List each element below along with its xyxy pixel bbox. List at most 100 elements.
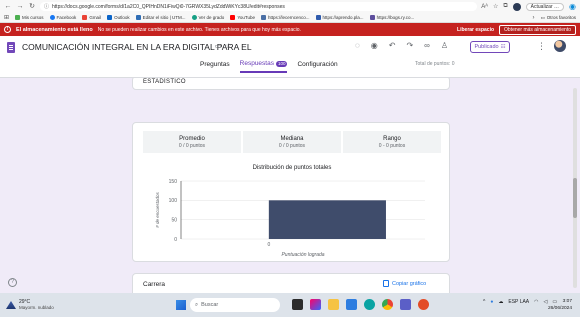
total-points: Total de puntos: 0 [415, 61, 455, 67]
teams-icon[interactable] [400, 299, 411, 310]
bookmark-item[interactable]: https://aprendo.pla... [315, 15, 364, 20]
copy-chart-button[interactable]: Copiar gráfico [383, 280, 426, 287]
edge-icon[interactable]: ◉ [569, 2, 576, 11]
summary-label: ESTADÍSTICO [143, 79, 186, 85]
add-collaborator-icon[interactable]: ♙ [441, 41, 448, 50]
bookmark-item[interactable]: Facebook [49, 15, 76, 20]
bookmark-item[interactable]: Outlook [107, 15, 130, 20]
people-icon: ☷ [500, 44, 506, 50]
palette-icon[interactable]: ◌ [355, 41, 360, 50]
chevron-right-icon[interactable]: › [532, 15, 534, 21]
avatar[interactable] [554, 40, 566, 52]
url-text: https://docs.google.com/forms/d/1a2C0_QP… [52, 3, 285, 10]
wifi-icon[interactable]: ◠ [534, 299, 538, 305]
cloud-icon[interactable]: ☁ [498, 299, 503, 305]
undo-icon[interactable]: ↶ [389, 41, 396, 50]
help-icon[interactable]: ? [8, 278, 17, 287]
warning-icon: ! [4, 26, 11, 33]
banner-message: No se pueden realizar cambios en este ar… [97, 26, 301, 33]
bookmark-item[interactable]: Gmail [82, 15, 101, 20]
bookmark-icon [15, 15, 21, 20]
star-icon[interactable]: ☆ [226, 42, 232, 50]
form-tabs: Preguntas Respuestas 100 Configuración [200, 60, 338, 73]
carrera-card: Carrera Copiar gráfico [132, 273, 450, 293]
stat-value: 0 - 0 puntos [378, 142, 406, 149]
search-icon: ⌕ [195, 301, 199, 308]
taskbar-search[interactable]: ⌕ Buscar [190, 298, 280, 312]
scroll-thumb[interactable] [573, 178, 577, 218]
published-button[interactable]: Publicado ☷ [470, 41, 510, 53]
copilot-icon[interactable] [310, 299, 321, 310]
apps-icon[interactable]: ⊞ [4, 14, 9, 21]
tab-questions[interactable]: Preguntas [200, 61, 230, 72]
stat-range: Rango 0 - 0 puntos [343, 131, 441, 153]
collections-icon[interactable]: ⧉ [503, 3, 507, 10]
bookmark-item[interactable]: https://bogs.ry.co... [369, 15, 414, 20]
edge-icon[interactable] [364, 299, 375, 310]
chart-title: Distribución de puntos totales [252, 165, 332, 171]
bookmark-item[interactable]: Mis cursos [15, 15, 44, 20]
date: 26/06/2024 [548, 306, 573, 311]
forward-icon[interactable]: → [16, 2, 24, 11]
stat-average: Promedio 0 / 0 puntos [143, 131, 241, 153]
address-bar[interactable]: ⓘ https://docs.google.com/forms/d/1a2C0_… [40, 2, 478, 11]
system-tray: ^ ● ☁ ESP LAA ◠ ◁ ▭ [483, 299, 557, 305]
stat-value: 0 / 0 puntos [178, 142, 206, 149]
get-more-storage-button[interactable]: Obtener más almacenamiento [499, 24, 576, 35]
stat-median: Mediana 0 / 0 puntos [243, 131, 341, 153]
weather-description: Mayorm. nublado [19, 305, 54, 310]
language-indicator[interactable]: ESP LAA [508, 299, 529, 305]
app-icon[interactable] [418, 299, 429, 310]
scrollbar[interactable] [573, 88, 577, 288]
stats-row: Promedio 0 / 0 puntos Mediana 0 / 0 punt… [143, 131, 441, 153]
update-button[interactable]: Actualizar … [525, 2, 565, 11]
file-explorer-icon[interactable] [328, 299, 339, 310]
folder-icon[interactable]: ▭ [215, 42, 222, 50]
store-icon[interactable] [346, 299, 357, 310]
media-app-icon[interactable] [292, 299, 303, 310]
other-bookmarks[interactable]: ▭ Otros favoritos [540, 15, 576, 21]
favorite-star-icon[interactable]: ☆ [493, 3, 498, 10]
google-forms-icon[interactable] [7, 42, 15, 53]
browser-toolbar: ← → ↻ ⓘ https://docs.google.com/forms/d/… [0, 0, 580, 13]
storage-full-banner: ! El almacenamiento está lleno No se pue… [0, 23, 580, 36]
bookmark-icon [315, 15, 321, 20]
folder-icon: ▭ [540, 14, 545, 20]
weather-icon [6, 301, 16, 309]
responses-content: ESTADÍSTICO Promedio 0 / 0 puntos Median… [0, 78, 580, 293]
tab-settings[interactable]: Configuración [297, 61, 337, 72]
profile-icon[interactable] [512, 2, 521, 11]
bookmark-item[interactable]: YouTube [230, 15, 255, 20]
network-app-icon[interactable]: ● [490, 299, 493, 305]
summary-card: ESTADÍSTICO [132, 78, 450, 90]
reader-icon[interactable]: Aᴬ [481, 4, 488, 10]
free-space-link[interactable]: Liberar espacio [457, 27, 494, 33]
bookmark-item[interactable]: https://lecerncenco... [261, 15, 310, 20]
chevron-up-icon[interactable]: ^ [483, 299, 485, 305]
outlook-icon [107, 15, 113, 20]
facebook-icon [49, 15, 55, 20]
back-icon[interactable]: ← [4, 2, 12, 11]
tab-responses[interactable]: Respuestas 100 [239, 60, 288, 73]
link-icon[interactable]: ∞ [424, 41, 430, 50]
y-tick-label: 100 [169, 198, 178, 204]
bookmark-item[interactable]: Ver de grado [191, 15, 224, 20]
weather-widget[interactable]: 29°C Mayorm. nublado [6, 299, 54, 311]
redo-icon[interactable]: ↷ [406, 41, 413, 50]
bookmark-item[interactable]: Editar el sitio | UTM... [135, 15, 186, 20]
gmail-icon [82, 15, 88, 20]
stat-label: Mediana [280, 135, 304, 142]
volume-icon[interactable]: ◁ [544, 299, 548, 305]
bookmark-icon [369, 15, 375, 20]
clock[interactable]: 3:07 26/06/2024 [548, 298, 572, 312]
reload-icon[interactable]: ↻ [28, 2, 36, 11]
taskbar: 29°C Mayorm. nublado ⌕ Buscar ^ ● ☁ ESP … [0, 293, 580, 317]
y-tick-label: 0 [174, 237, 177, 243]
more-vert-icon[interactable]: ⋮ [537, 41, 546, 52]
lock-icon: ⓘ [44, 4, 50, 10]
bar [268, 200, 386, 239]
windows-start-icon[interactable] [176, 300, 186, 310]
bookmarks-bar: ⊞ Mis cursos Facebook Gmail Outlook Edit… [0, 13, 580, 23]
chrome-icon[interactable] [382, 299, 393, 310]
preview-eye-icon[interactable]: ◉ [371, 41, 378, 50]
